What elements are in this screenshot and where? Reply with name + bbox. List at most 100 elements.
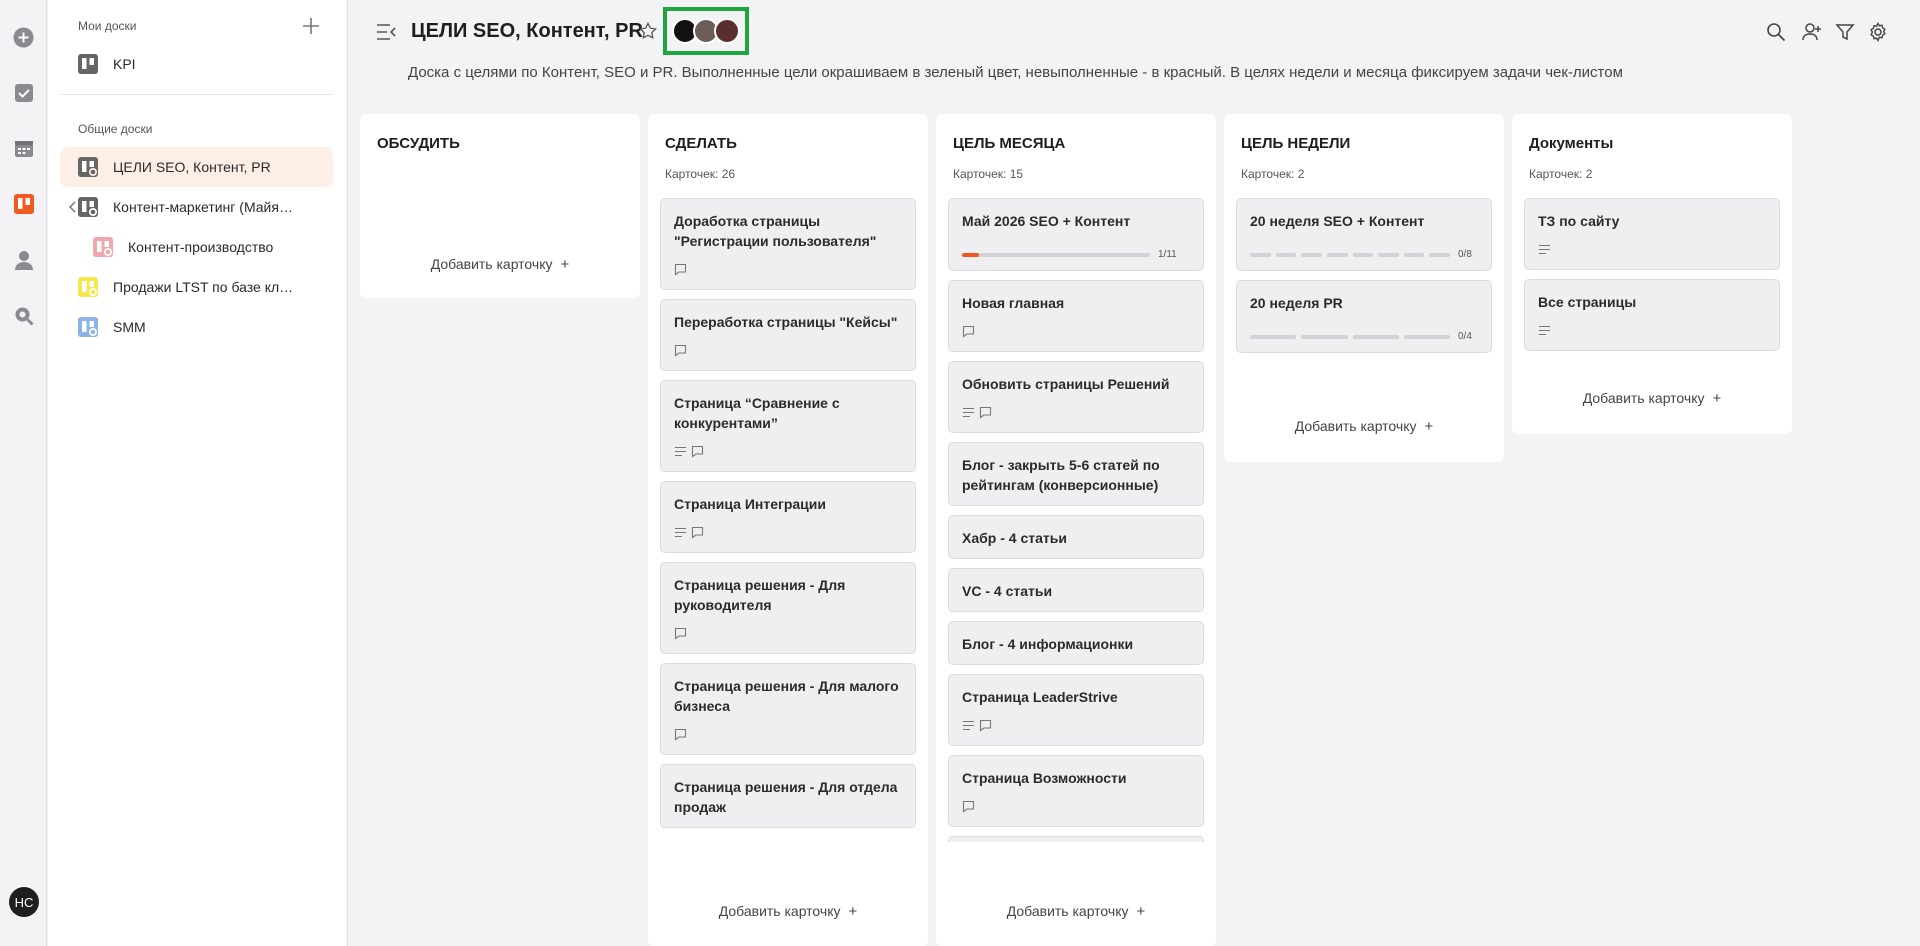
page-title: ЦЕЛИ SEO, Контент, PR xyxy=(411,20,643,42)
column-week-goal: ЦЕЛЬ НЕДЕЛИ Карточек: 2 20 неделя SEO + … xyxy=(1224,114,1504,462)
board-card[interactable]: Страница LeaderStrive xyxy=(948,674,1204,746)
progress-label: 0/8 xyxy=(1458,249,1472,260)
add-card-button[interactable]: Добавить карточку + xyxy=(360,256,640,273)
add-card-button[interactable]: Добавить карточку + xyxy=(936,903,1216,920)
shared-board-icon xyxy=(78,277,98,297)
plus-circle-icon[interactable] xyxy=(13,27,34,48)
progress-segment xyxy=(1352,252,1374,257)
progress-segment xyxy=(1326,252,1348,257)
column-documents: Документы Карточек: 2 ТЗ по сайту Все стр… xyxy=(1512,114,1792,434)
user-icon[interactable] xyxy=(13,249,34,270)
boards-icon[interactable] xyxy=(13,193,34,214)
progress-segment xyxy=(1301,252,1322,257)
boards-sidebar: Мои доски KPI Общие доски ЦЕЛИ SEO, Конт… xyxy=(48,0,348,946)
card-title: ТЗ по сайту xyxy=(1538,213,1620,229)
calendar-icon[interactable] xyxy=(13,138,34,159)
card-badges xyxy=(674,445,903,463)
sidebar-item-label: Продажи LTST по базе кл… xyxy=(113,279,294,295)
board-card[interactable]: Страница “Сравнение с конкурентами” xyxy=(660,380,916,472)
board-card[interactable]: Май 2026 SEO + Контент 1/11 xyxy=(948,198,1204,271)
column-title: ОБСУДИТЬ xyxy=(377,135,460,152)
filter-icon[interactable] xyxy=(1835,22,1855,42)
board-card[interactable]: ТЗ по сайту xyxy=(1524,198,1780,270)
card-badges xyxy=(962,719,1191,735)
sidebar-item-label: SMM xyxy=(113,319,146,335)
shared-board-icon xyxy=(78,317,98,337)
comment-icon xyxy=(674,263,687,281)
progress-track xyxy=(962,252,1150,257)
sidebar-item-label: KPI xyxy=(113,56,136,72)
column-card-count: Карточек: 2 xyxy=(1241,167,1305,181)
board-card[interactable]: Все страницы xyxy=(1524,279,1780,351)
card-title: Все страницы xyxy=(1538,294,1637,310)
add-card-label: Добавить карточку xyxy=(1006,903,1129,919)
card-list: Май 2026 SEO + Контент 1/11 Новая главная О… xyxy=(948,198,1204,880)
board-card[interactable]: Хабр - 4 статьи xyxy=(948,515,1204,559)
board-card[interactable]: VC - 4 статьи xyxy=(948,568,1204,612)
board-card[interactable]: 20 неделя SEO + Контент 0/8 xyxy=(1236,198,1492,271)
card-title: Блог - закрыть 5-6 статей по рейтингам (… xyxy=(962,457,1160,493)
progress-label: 0/4 xyxy=(1458,331,1472,342)
card-list: ТЗ по сайту Все страницы xyxy=(1524,198,1780,378)
comment-icon xyxy=(962,325,975,343)
collapse-sidebar-icon[interactable] xyxy=(376,22,396,42)
comment-icon xyxy=(691,445,704,463)
sidebar-item-seo-goals[interactable]: ЦЕЛИ SEO, Контент, PR xyxy=(60,147,333,187)
board-card[interactable]: Страница решения - Для руководителя xyxy=(660,562,916,654)
board-card[interactable]: Страница решения - Для малого бизнеса xyxy=(660,663,916,755)
card-title: Переработка страницы "Кейсы" xyxy=(674,314,898,330)
add-card-button[interactable]: Добавить карточку + xyxy=(648,903,928,920)
board-card[interactable]: Доработка страницы "Регистрации пользова… xyxy=(660,198,916,290)
add-card-button[interactable]: Добавить карточку + xyxy=(1224,418,1504,435)
column-title: Документы xyxy=(1529,135,1614,152)
check-icon[interactable] xyxy=(13,82,34,103)
sidebar-item-kpi[interactable]: KPI xyxy=(60,44,333,84)
board-card[interactable]: Новая главная xyxy=(948,280,1204,352)
sidebar-item-smm[interactable]: SMM xyxy=(60,307,333,347)
comment-icon xyxy=(674,627,687,645)
sidebar-item-content-marketing[interactable]: Контент-маркетинг (Майя… xyxy=(60,187,333,227)
board-card[interactable]: Обновить страницы Решений xyxy=(948,361,1204,433)
board-card[interactable]: Блог - 4 информационки xyxy=(948,621,1204,665)
card-badges xyxy=(674,627,903,645)
board-card[interactable]: Страница Возможности xyxy=(948,755,1204,827)
card-badges xyxy=(674,263,903,281)
search-globe-icon[interactable] xyxy=(13,305,34,326)
add-card-label: Добавить карточку xyxy=(430,256,553,272)
icon-rail: HC xyxy=(0,0,47,946)
gear-icon[interactable] xyxy=(1868,22,1888,42)
board-card[interactable]: Переработка страницы "Кейсы" xyxy=(660,299,916,371)
add-board-plus-icon[interactable] xyxy=(301,16,321,36)
board-card[interactable]: Страница решения - Для отдела продаж xyxy=(660,764,916,828)
column-title: ЦЕЛЬ МЕСЯЦА xyxy=(953,135,1066,152)
shared-boards-heading: Общие доски xyxy=(78,122,153,136)
add-card-label: Добавить карточку xyxy=(1582,390,1705,406)
progress-segments xyxy=(1250,334,1450,339)
card-title: 20 неделя SEO + Контент xyxy=(1250,213,1425,229)
add-card-button[interactable]: Добавить карточку + xyxy=(1512,390,1792,407)
search-icon[interactable] xyxy=(1766,22,1786,42)
progress-segment xyxy=(1275,252,1297,257)
user-avatar[interactable]: HC xyxy=(9,887,39,917)
board-card[interactable]: Страница Интеграции xyxy=(660,481,916,553)
sidebar-item-sales-ltst[interactable]: Продажи LTST по базе кл… xyxy=(60,267,333,307)
description-icon xyxy=(674,526,687,544)
board-members[interactable] xyxy=(663,7,749,55)
card-badges xyxy=(674,526,903,544)
sidebar-item-content-production[interactable]: Контент-производство xyxy=(60,227,333,267)
member-avatar[interactable] xyxy=(714,18,740,44)
board-card[interactable]: Блог - закрыть 5-6 статей по рейтингам (… xyxy=(948,442,1204,506)
board-card[interactable] xyxy=(948,836,1204,842)
card-title: Страница решения - Для малого бизнеса xyxy=(674,678,899,714)
progress-segment xyxy=(1403,252,1425,257)
members-icon[interactable] xyxy=(1802,22,1822,42)
progress-segment xyxy=(1250,334,1297,339)
card-title: Страница “Сравнение с конкурентами” xyxy=(674,395,840,431)
plus-icon: + xyxy=(1136,903,1146,920)
progress-segments xyxy=(1250,252,1450,257)
board-card[interactable]: 20 неделя PR 0/4 xyxy=(1236,280,1492,353)
star-icon[interactable] xyxy=(639,22,657,40)
card-title: Страница решения - Для руководителя xyxy=(674,577,846,613)
column-card-count: Карточек: 15 xyxy=(953,167,1024,181)
shared-board-icon xyxy=(78,157,98,177)
